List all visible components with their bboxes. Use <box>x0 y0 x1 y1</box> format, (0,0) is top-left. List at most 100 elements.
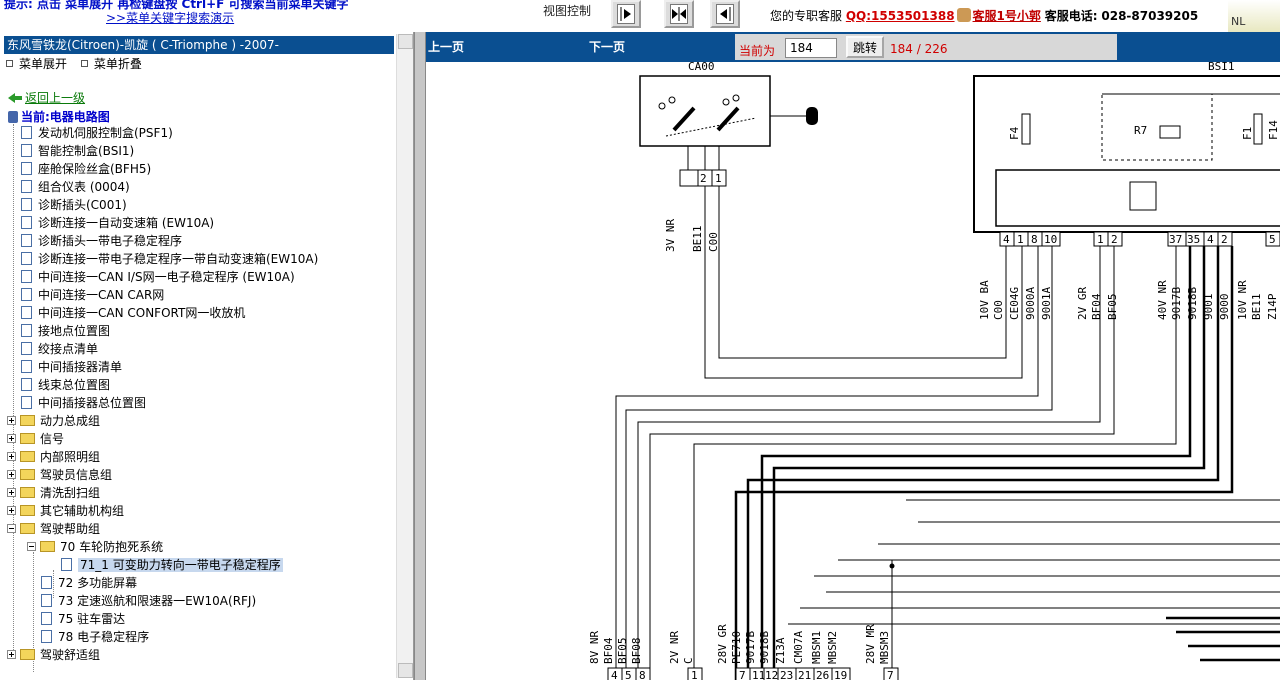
tree-item[interactable]: 72 多功能屏幕 <box>41 574 137 592</box>
tree-item[interactable]: 73 定速巡航和限速器一EW10A(RFJ) <box>41 592 256 610</box>
view-fit-right-button[interactable] <box>611 0 641 28</box>
phone-number: 028-87039205 <box>1101 9 1199 23</box>
svg-text:10: 10 <box>1044 233 1057 246</box>
current-location: 当前:电器电路图 <box>8 108 110 125</box>
collapse-toggle[interactable] <box>7 524 16 533</box>
search-demo-link[interactable]: >>菜单关键字搜索演示 <box>106 9 234 26</box>
tree-item[interactable]: 中间插接器清单 <box>21 358 122 376</box>
view-fit-both-button[interactable] <box>664 0 694 28</box>
svg-text:MBSM2: MBSM2 <box>826 631 839 664</box>
menu-tree-panel: 东风雪铁龙(Citroen)-凯旋 ( C-Triomphe ) -2007- … <box>0 32 414 680</box>
folder-icon <box>20 487 35 498</box>
tree-item[interactable]: 78 电子稳定程序 <box>41 628 149 646</box>
expand-toggle[interactable] <box>7 452 16 461</box>
expand-all-label: 菜单展开 <box>19 57 68 71</box>
tree-item[interactable]: 发动机伺服控制盒(PSF1) <box>21 124 173 142</box>
expand-all-button[interactable]: 菜单展开 <box>6 57 67 71</box>
qq-link[interactable]: QQ:1553501388 <box>846 9 955 23</box>
document-icon <box>21 360 32 373</box>
tree-folder[interactable]: 信号 <box>7 430 64 448</box>
key-icon <box>806 107 818 125</box>
collapse-all-button[interactable]: 菜单折叠 <box>80 57 142 71</box>
tree-folder-open[interactable]: 驾驶帮助组 <box>7 520 100 538</box>
expand-toggle[interactable] <box>7 650 16 659</box>
svg-text:10V NR: 10V NR <box>1236 280 1249 320</box>
document-icon <box>61 558 72 571</box>
cs-name-link[interactable]: 客服1号小郭 <box>973 9 1041 23</box>
tree-folder[interactable]: 动力总成组 <box>7 412 100 430</box>
expand-toggle[interactable] <box>7 416 16 425</box>
tree-item[interactable]: 75 驻车雷达 <box>41 610 125 628</box>
document-icon <box>41 612 52 625</box>
bsi1-label: BSI1 <box>1208 62 1235 73</box>
scroll-up-button[interactable] <box>398 34 413 49</box>
tree-item[interactable]: 绞接点清单 <box>21 340 98 358</box>
tree-folder-open[interactable]: 70 车轮防抱死系统 <box>27 538 163 556</box>
brand-logo: NL <box>1228 0 1280 32</box>
document-icon <box>21 162 32 175</box>
svg-text:19: 19 <box>834 669 847 680</box>
tree-item[interactable]: 中间连接一CAN CAR网 <box>21 286 164 304</box>
tree-folder[interactable]: 驾驶员信息组 <box>7 466 112 484</box>
bsi-pins-group-d: 5 <box>1265 231 1280 247</box>
splice-point <box>889 563 895 569</box>
panel-splitter[interactable] <box>414 32 426 680</box>
page-jumper: 当前为 跳转 184 / 226 <box>735 34 1117 60</box>
svg-text:5: 5 <box>1269 233 1276 246</box>
thin-wires <box>615 186 1280 680</box>
database-icon <box>8 111 18 123</box>
tree-item[interactable]: 线束总位置图 <box>21 376 110 394</box>
svg-text:12: 12 <box>765 669 778 680</box>
back-link[interactable]: 返回上一级 <box>8 89 85 106</box>
next-page-link[interactable]: 下一页 <box>589 38 625 55</box>
tree-item[interactable]: 座舱保险丝盒(BFH5) <box>21 160 151 178</box>
page-number-input[interactable] <box>785 38 837 58</box>
diagram-panel: 上一页 下一页 当前为 跳转 184 / 226 CA00 2 1 3V NR … <box>426 32 1280 680</box>
svg-text:1: 1 <box>1017 233 1024 246</box>
folder-icon <box>20 415 35 426</box>
expand-toggle[interactable] <box>7 488 16 497</box>
collapse-toggle[interactable] <box>27 542 36 551</box>
square-icon <box>80 60 88 67</box>
tree-item[interactable]: 中间连接一CAN I/S网一电子稳定程序 (EW10A) <box>21 268 295 286</box>
tree-item[interactable]: 诊断连接一带电子稳定程序一带自动变速箱(EW10A) <box>21 250 318 268</box>
tree-item[interactable]: 中间连接一CAN CONFORT网一收放机 <box>21 304 245 322</box>
jump-button[interactable]: 跳转 <box>846 36 884 58</box>
document-icon <box>21 378 32 391</box>
current-label: 当前:电器电路图 <box>21 110 110 124</box>
tree-scrollbar[interactable] <box>396 34 413 678</box>
folder-open-icon <box>20 523 35 534</box>
tree-folder[interactable]: 驾驶舒适组 <box>7 646 100 664</box>
svg-text:PE710: PE710 <box>730 631 743 664</box>
expand-toggle[interactable] <box>7 470 16 479</box>
tree-item[interactable]: 中间插接器总位置图 <box>21 394 146 412</box>
expand-toggle[interactable] <box>7 506 16 515</box>
arrow-left-icon <box>716 4 734 24</box>
folder-open-icon <box>40 541 55 552</box>
tree-item[interactable]: 诊断插头(C001) <box>21 196 127 214</box>
tree-item[interactable]: 组合仪表 (0004) <box>21 178 130 196</box>
svg-text:MBSM3: MBSM3 <box>878 631 891 664</box>
folder-icon <box>20 469 35 480</box>
tree-folder[interactable]: 清洗刮扫组 <box>7 484 100 502</box>
view-fit-left-button[interactable] <box>710 0 740 28</box>
folder-icon <box>20 433 35 444</box>
tree-item[interactable]: 接地点位置图 <box>21 322 110 340</box>
bottom-pins-b: 1 <box>687 667 703 680</box>
svg-text:9000A: 9000A <box>1024 287 1037 320</box>
tree-item[interactable]: 诊断连接一自动变速箱 (EW10A) <box>21 214 214 232</box>
tree-item[interactable]: 诊断插头一带电子稳定程序 <box>21 232 182 250</box>
svg-text:1: 1 <box>691 669 698 680</box>
tree-folder[interactable]: 内部照明组 <box>7 448 100 466</box>
tree-folder[interactable]: 其它辅助机构组 <box>7 502 124 520</box>
tree-item[interactable]: 智能控制盒(BSI1) <box>21 142 134 160</box>
svg-text:1: 1 <box>1097 233 1104 246</box>
tree-item-selected[interactable]: 71_1 可变助力转向一带电子稳定程序 <box>61 556 283 574</box>
expand-toggle[interactable] <box>7 434 16 443</box>
scroll-down-button[interactable] <box>398 663 413 678</box>
bottom-wire-labels: 8V NR BF04 BF05 BF08 2V NR C 28V GR PE71… <box>588 624 891 664</box>
prev-page-link[interactable]: 上一页 <box>428 38 464 55</box>
pin-label: 2 <box>700 172 707 185</box>
page-navbar: 上一页 下一页 当前为 跳转 184 / 226 <box>426 32 1280 62</box>
svg-text:BF05: BF05 <box>616 638 629 665</box>
